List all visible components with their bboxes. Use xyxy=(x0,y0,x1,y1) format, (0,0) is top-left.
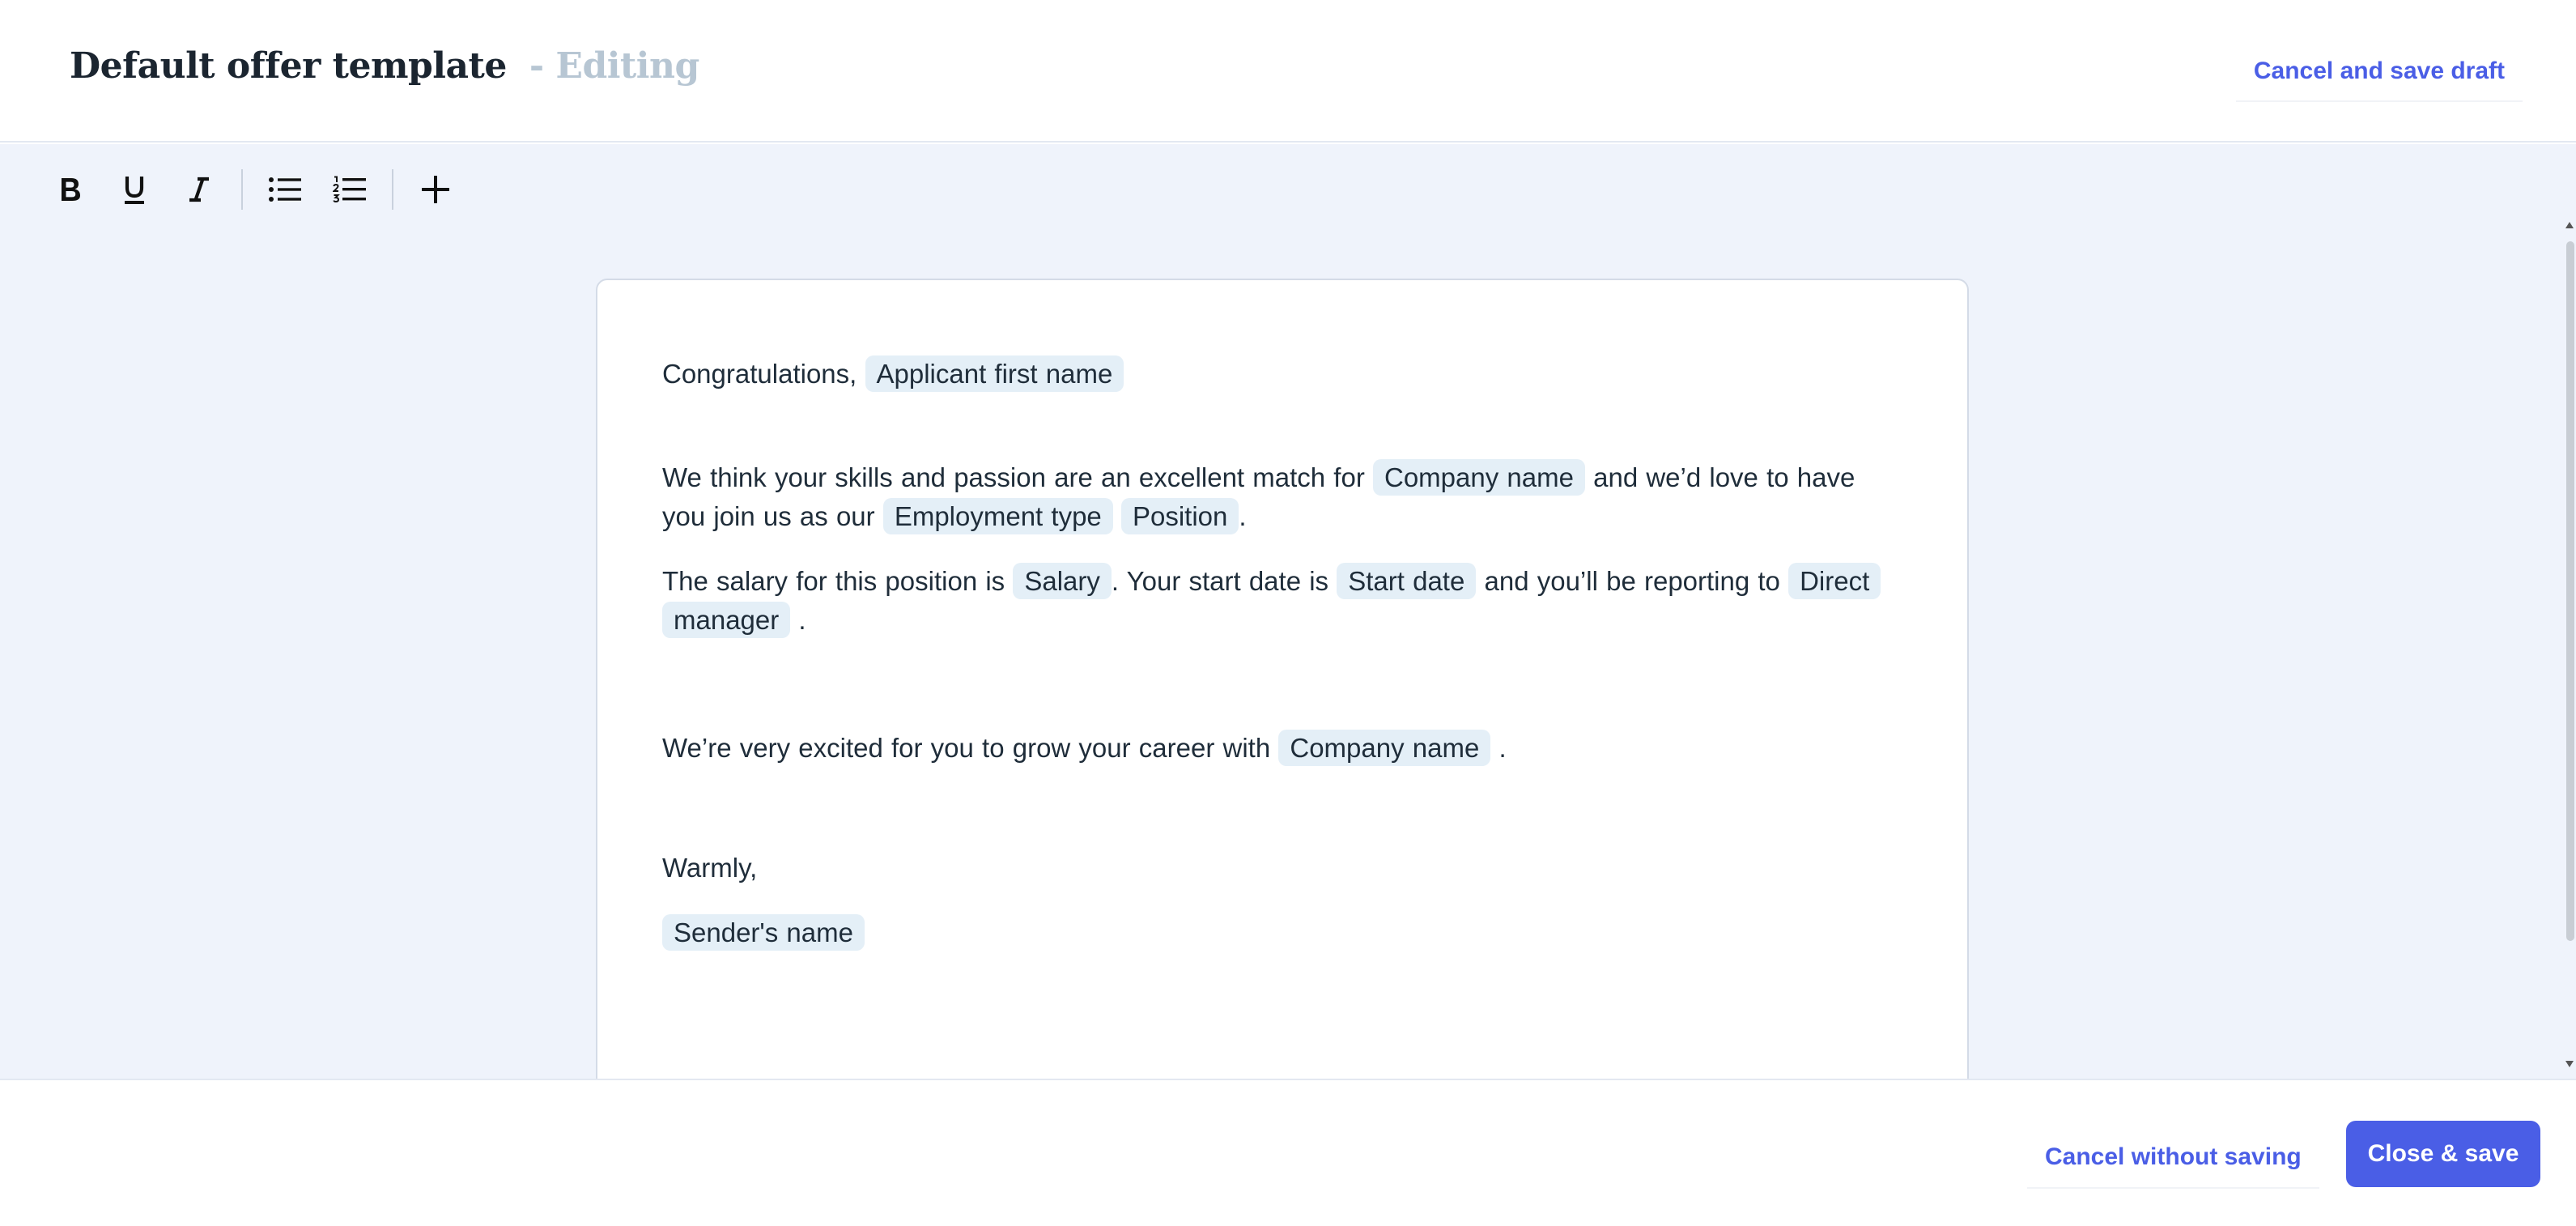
paragraph-text: . xyxy=(1239,501,1247,531)
underline-button[interactable] xyxy=(102,157,167,222)
insert-button[interactable] xyxy=(403,157,468,222)
toolbar-divider xyxy=(241,169,243,210)
scrollbar-thumb[interactable] xyxy=(2566,241,2574,941)
sender-name-tag[interactable]: Sender's name xyxy=(662,914,865,951)
employment-type-tag[interactable]: Employment type xyxy=(882,498,1113,534)
greeting-line: Congratulations, Applicant first name xyxy=(662,355,1904,394)
scroll-up-arrow-icon[interactable] xyxy=(2565,222,2574,228)
numbered-list-button[interactable] xyxy=(317,157,382,222)
title-area: Default offer template - Editing xyxy=(70,45,699,87)
bold-button[interactable] xyxy=(37,157,102,222)
salary-tag[interactable]: Salary xyxy=(1013,563,1112,599)
header: Default offer template - Editing Cancel … xyxy=(0,0,2576,143)
cancel-and-save-draft-button[interactable]: Cancel and save draft xyxy=(2235,42,2523,102)
paragraph-text: The salary for this position is xyxy=(662,566,1005,596)
bulleted-list-icon xyxy=(269,177,301,202)
company-name-tag[interactable]: Company name xyxy=(1372,459,1585,496)
paragraph-text: We think your skills and passion are an … xyxy=(662,462,1365,492)
paragraph-text: . xyxy=(798,605,806,635)
applicant-first-name-tag[interactable]: Applicant first name xyxy=(865,355,1124,392)
paragraph-text: and you’ll be reporting to xyxy=(1484,566,1780,596)
paragraph-salary: The salary for this position is Salary. … xyxy=(662,562,1904,640)
paragraph-text: We’re very excited for you to grow your … xyxy=(662,733,1271,763)
editing-status: - Editing xyxy=(529,45,699,87)
start-date-tag[interactable]: Start date xyxy=(1337,563,1477,599)
position-tag[interactable]: Position xyxy=(1120,498,1239,534)
formatting-toolbar xyxy=(37,152,468,227)
bulleted-list-button[interactable] xyxy=(253,157,317,222)
bold-icon xyxy=(62,178,80,201)
page-title: Default offer template xyxy=(70,45,507,87)
paragraph-text: . xyxy=(1498,733,1507,763)
offer-letter-document[interactable]: Congratulations, Applicant first name We… xyxy=(596,279,1969,1079)
numbered-list-icon xyxy=(333,176,366,203)
paragraph-excited: We’re very excited for you to grow your … xyxy=(662,729,1904,768)
scroll-down-arrow-icon[interactable] xyxy=(2565,1061,2574,1067)
sender-line: Sender's name xyxy=(662,913,1904,952)
plus-icon xyxy=(422,176,449,203)
paragraph-text: . Your start date is xyxy=(1111,566,1329,596)
greeting-text: Congratulations, xyxy=(662,359,857,389)
italic-button[interactable] xyxy=(167,157,232,222)
footer: Cancel without saving Close & save xyxy=(0,1079,2576,1226)
italic-icon xyxy=(189,177,209,202)
underline-icon xyxy=(125,177,144,204)
closing-line: Warmly, xyxy=(662,853,758,883)
close-and-save-button[interactable]: Close & save xyxy=(2346,1121,2540,1187)
cancel-without-saving-button[interactable]: Cancel without saving xyxy=(2027,1127,2319,1189)
editor-canvas: Congratulations, Applicant first name We… xyxy=(0,144,2576,1079)
company-name-tag[interactable]: Company name xyxy=(1278,730,1491,766)
paragraph-match: We think your skills and passion are an … xyxy=(662,458,1904,536)
toolbar-divider xyxy=(392,169,393,210)
